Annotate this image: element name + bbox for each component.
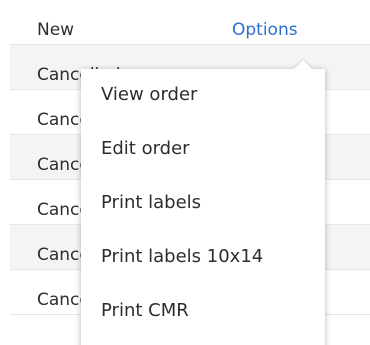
menu-item-print-labels[interactable]: Print labels bbox=[81, 191, 325, 245]
menu-item-print-cmr[interactable]: Print CMR bbox=[81, 299, 325, 345]
options-dropdown-menu: View order Edit order Print labels Print… bbox=[81, 60, 325, 345]
options-link[interactable]: Options bbox=[232, 20, 298, 40]
dropdown-caret-icon bbox=[294, 60, 312, 69]
menu-item-print-labels-10x14[interactable]: Print labels 10x14 bbox=[81, 245, 325, 299]
orders-screen: New Options Cancelled Cancelled Cancelle… bbox=[0, 0, 370, 345]
table-row: New Options bbox=[10, 0, 370, 45]
menu-item-view-order[interactable]: View order bbox=[81, 83, 325, 137]
status-cell: New bbox=[37, 20, 75, 40]
menu-item-edit-order[interactable]: Edit order bbox=[81, 137, 325, 191]
